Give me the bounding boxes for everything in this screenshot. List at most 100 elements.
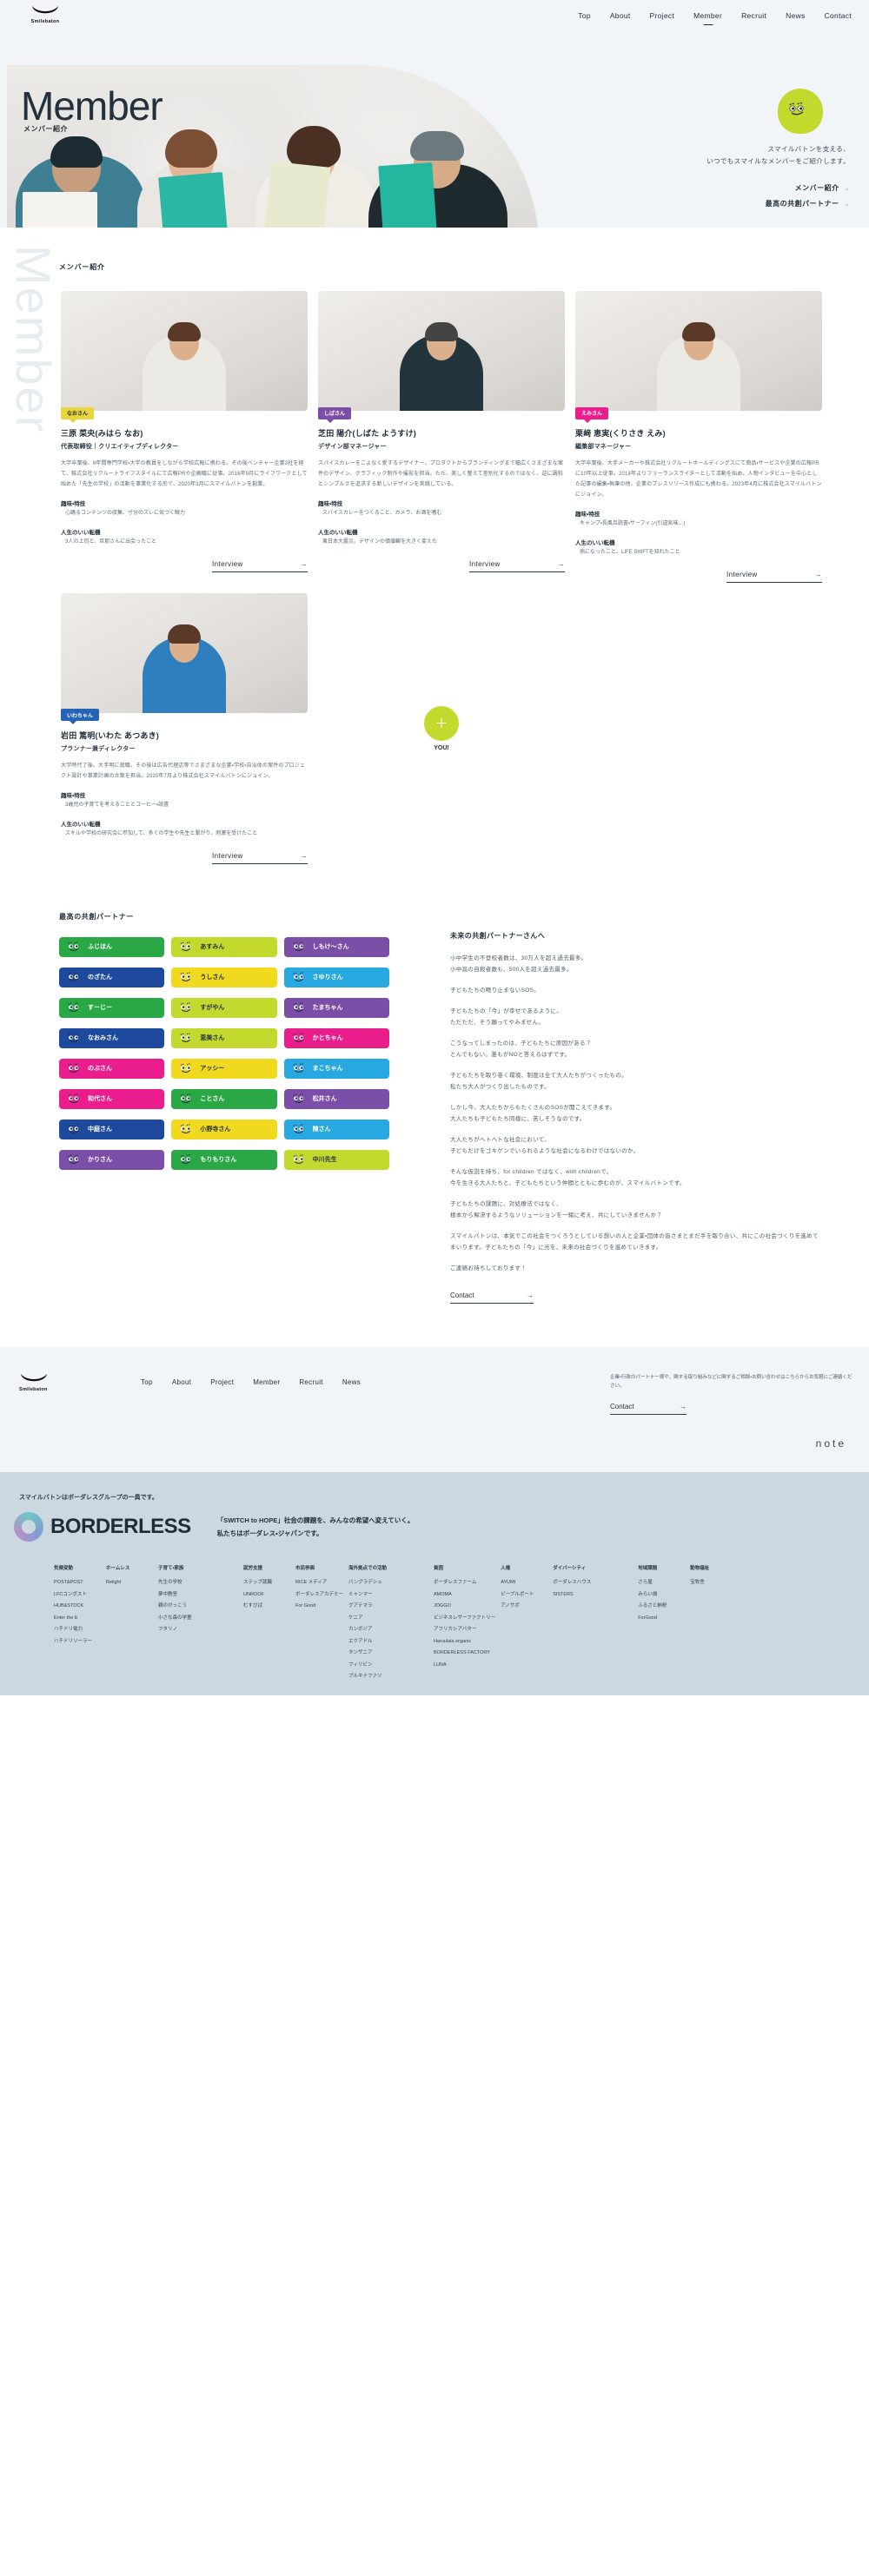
partners-contact-button[interactable]: Contact → <box>450 1291 534 1304</box>
join-us-card[interactable]: ＋ YOU! <box>318 593 565 864</box>
borderless-link[interactable]: 小さな森の学童 <box>158 1613 238 1624</box>
borderless-link[interactable]: カンボジア <box>348 1624 428 1635</box>
partner-badge[interactable]: 松井さん <box>283 1088 389 1109</box>
nav-item-recruit[interactable]: Recruit <box>741 11 766 25</box>
borderless-link[interactable]: ステップ就職 <box>243 1577 290 1589</box>
borderless-link[interactable]: AMOMA <box>434 1589 495 1601</box>
partner-badge[interactable]: かとちゃん <box>283 1027 389 1048</box>
borderless-link[interactable]: フタリノ <box>158 1624 238 1635</box>
partner-badge[interactable]: かりさん <box>59 1149 165 1170</box>
borderless-link[interactable]: さら屋 <box>638 1577 685 1589</box>
borderless-link[interactable]: LUNA <box>434 1660 495 1671</box>
partner-badge[interactable]: すーじー <box>59 997 165 1018</box>
borderless-link[interactable]: ボーダレスファーム <box>434 1577 495 1589</box>
borderless-link[interactable]: ハチドリ電力 <box>54 1624 101 1635</box>
borderless-link[interactable]: ピープルポート <box>501 1589 547 1601</box>
partner-badge[interactable]: 中庭さん <box>59 1119 165 1139</box>
partner-badge[interactable]: たまちゃん <box>283 997 389 1018</box>
borderless-link[interactable]: 先生の学校 <box>158 1577 238 1589</box>
borderless-link[interactable]: むすびば <box>243 1601 290 1612</box>
borderless-link[interactable]: エクアドル <box>348 1636 428 1648</box>
footer-nav-item[interactable]: Member <box>253 1378 280 1386</box>
borderless-logo[interactable]: BORDERLESS <box>14 1512 191 1542</box>
borderless-link[interactable]: ケニア <box>348 1613 428 1624</box>
partner-badge[interactable]: ことさん <box>171 1088 277 1109</box>
borderless-link[interactable]: バングラデシュ <box>348 1577 428 1589</box>
member-hobby-text: 3歳児の子育てを考えることとコーヒー・読書 <box>65 802 169 808</box>
borderless-link[interactable]: AYUMI <box>501 1577 547 1589</box>
member-interview-button[interactable]: Interview → <box>469 560 565 572</box>
note-logo[interactable]: note <box>0 1437 846 1450</box>
nav-item-top[interactable]: Top <box>578 11 591 25</box>
footer-nav-item[interactable]: News <box>342 1378 361 1386</box>
partner-badge[interactable]: すがやん <box>171 997 277 1018</box>
borderless-link[interactable]: ビジネスレザーファクトリー <box>434 1613 495 1624</box>
borderless-link[interactable]: みらい畑 <box>638 1589 685 1601</box>
partner-badge[interactable]: なおみさん <box>59 1027 165 1048</box>
footer-nav-item[interactable]: Project <box>210 1378 234 1386</box>
borderless-column: 貧困 ボーダレスファーム AMOMA JOGGO ビジネスレザーファクトリー アフリカシア… <box>434 1564 501 1682</box>
borderless-link[interactable]: BORDERLESS FACTORY <box>434 1648 495 1659</box>
nav-item-project[interactable]: Project <box>650 11 675 25</box>
hero-link-partners[interactable]: 最高の共創パートナー ⌄ <box>706 199 850 208</box>
partner-badge[interactable]: アッシー <box>171 1058 277 1079</box>
borderless-link[interactable]: SISTERS <box>553 1589 633 1601</box>
footer-nav-item[interactable]: About <box>172 1378 191 1386</box>
partner-badge[interactable]: 恵美さん <box>171 1027 277 1048</box>
partner-badge[interactable]: ふじほん <box>59 936 165 957</box>
borderless-link[interactable]: 親のがっこう <box>158 1601 238 1612</box>
borderless-link[interactable]: For Good <box>295 1601 343 1612</box>
partner-badge[interactable]: 陳さん <box>283 1119 389 1139</box>
partner-badge[interactable]: しもけ〜さん <box>283 936 389 957</box>
partner-badge[interactable]: 中川先生 <box>283 1149 389 1170</box>
borderless-link[interactable]: ミャンマー <box>348 1589 428 1601</box>
borderless-link[interactable]: ハチドリソーラー <box>54 1636 101 1648</box>
borderless-link[interactable]: ボーダレスアカデミー <box>295 1589 343 1601</box>
partner-badge[interactable]: 小野寺さん <box>171 1119 277 1139</box>
partner-badge[interactable]: さゆりさん <box>283 967 389 987</box>
nav-item-contact[interactable]: Contact <box>825 11 852 25</box>
nav-item-about[interactable]: About <box>610 11 631 25</box>
partner-badge[interactable]: まこちゃん <box>283 1058 389 1079</box>
borderless-link[interactable]: アノサポ <box>501 1601 547 1612</box>
borderless-link[interactable]: 夢中教室 <box>158 1589 238 1601</box>
partner-badge[interactable]: あすみん <box>171 936 277 957</box>
partner-badge[interactable]: もりもりさん <box>171 1149 277 1170</box>
borderless-link[interactable]: JOGGO <box>434 1601 495 1612</box>
main-nav: Top About Project Member Recruit News Co… <box>578 11 852 25</box>
borderless-link[interactable]: POST&POST <box>54 1577 101 1589</box>
partner-badge[interactable]: のぶさん <box>59 1058 165 1079</box>
borderless-link[interactable]: ふるさと納税 <box>638 1601 685 1612</box>
hero-link-members[interactable]: メンバー紹介 ⌄ <box>706 183 850 193</box>
partner-badge[interactable]: のざたん <box>59 967 165 987</box>
nav-item-news[interactable]: News <box>786 11 805 25</box>
footer-nav-item[interactable]: Top <box>141 1378 153 1386</box>
member-interview-button[interactable]: Interview → <box>212 560 308 572</box>
partner-badge[interactable]: 和代さん <box>59 1088 165 1109</box>
borderless-link[interactable]: HUB&STOCK <box>54 1601 101 1612</box>
footer-nav-item[interactable]: Recruit <box>299 1378 322 1386</box>
borderless-link[interactable]: Enter the E <box>54 1613 101 1624</box>
member-turning-heading: 人生のいい転機 <box>318 530 358 537</box>
borderless-link[interactable]: RICE メディア <box>295 1577 343 1589</box>
nav-item-member[interactable]: Member <box>693 11 722 25</box>
partner-badge[interactable]: うしさん <box>171 967 277 987</box>
member-interview-button[interactable]: Interview → <box>212 852 308 864</box>
brand-logo[interactable]: Smilebaton <box>19 5 71 24</box>
borderless-link[interactable]: ボーダレスハウス <box>553 1577 633 1589</box>
member-interview-button[interactable]: Interview → <box>726 571 822 583</box>
chevron-down-icon: ⌄ <box>844 201 850 208</box>
borderless-link[interactable]: 宝牧舎 <box>690 1577 737 1589</box>
borderless-link[interactable]: Haruulala organic <box>434 1636 495 1648</box>
borderless-link[interactable]: LFCコンポスト <box>54 1589 101 1601</box>
borderless-link[interactable]: アフリカシアバター <box>434 1624 495 1635</box>
borderless-link[interactable]: ForGood <box>638 1613 685 1624</box>
borderless-link[interactable]: タンザニア <box>348 1648 428 1659</box>
footer-contact-button[interactable]: Contact → <box>610 1403 687 1416</box>
borderless-link[interactable]: UNROOF <box>243 1589 290 1601</box>
borderless-link[interactable]: フィリピン <box>348 1660 428 1671</box>
borderless-link[interactable]: グアテマラ <box>348 1601 428 1612</box>
footer-brand[interactable]: Smilebaton <box>19 1373 123 1392</box>
borderless-link[interactable]: ブルキナファソ <box>348 1671 428 1682</box>
borderless-link[interactable]: Relight <box>106 1577 153 1589</box>
